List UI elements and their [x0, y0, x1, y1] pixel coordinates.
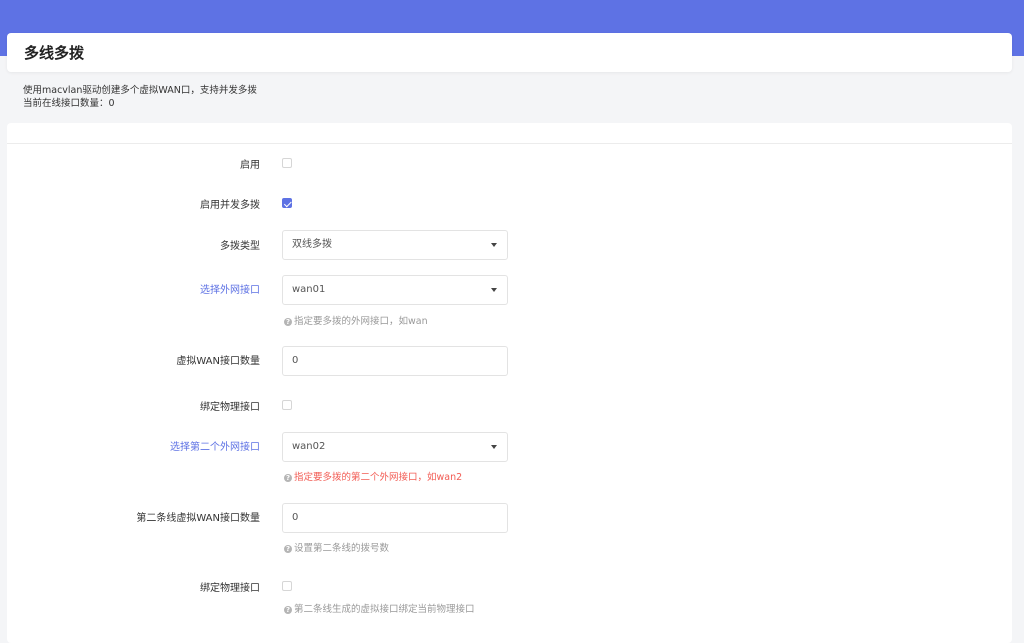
enable-label: 启用	[240, 160, 260, 171]
enable-checkbox[interactable]	[282, 158, 292, 168]
vwan-count-value: 0	[292, 355, 299, 366]
vwan2-count-input[interactable]: 0	[282, 503, 508, 533]
concurrent-label: 启用并发多拨	[200, 200, 260, 211]
wan-interface-select[interactable]: wan01	[282, 275, 508, 305]
wan2-interface-value: wan02	[292, 441, 326, 452]
wan-interface-label: 选择外网接口	[200, 285, 260, 296]
vwan2-count-label: 第二条线虚拟WAN接口数量	[136, 513, 260, 524]
question-circle-icon: ?	[284, 318, 292, 326]
vwan-count-label: 虚拟WAN接口数量	[176, 356, 260, 367]
wan2-interface-hint: ? 指定要多拨的第二个外网接口，如wan2	[284, 472, 462, 484]
bind-physical2-hint-text: 第二条线生成的虚拟接口绑定当前物理接口	[294, 604, 475, 615]
vwan2-count-value: 0	[292, 512, 299, 523]
settings-form: 启用 启用并发多拨 多拨类型 双线多拨 选择外网接口 wan01 ? 指定要多拨的…	[7, 123, 1012, 643]
page-header-card: 多线多拨	[7, 33, 1012, 72]
dial-type-value: 双线多拨	[292, 239, 332, 250]
question-circle-icon: ?	[284, 606, 292, 614]
bind-physical-checkbox[interactable]	[282, 400, 292, 410]
vwan-count-input[interactable]: 0	[282, 346, 508, 376]
online-count-text: 当前在线接口数量：0	[23, 98, 115, 109]
wan2-interface-label: 选择第二个外网接口	[170, 442, 260, 453]
dial-type-label: 多拨类型	[220, 241, 260, 252]
page-title: 多线多拨	[24, 44, 85, 62]
vwan2-count-hint-text: 设置第二条线的拨号数	[294, 543, 390, 554]
bind-physical-label: 绑定物理接口	[200, 402, 260, 413]
bind-physical2-label: 绑定物理接口	[200, 583, 260, 594]
wan-interface-hint-text: 指定要多拨的外网接口，如wan	[294, 316, 428, 327]
caret-down-icon	[491, 445, 497, 449]
vwan2-count-hint: ? 设置第二条线的拨号数	[284, 543, 389, 555]
divider	[7, 143, 1012, 144]
wan-interface-value: wan01	[292, 284, 326, 295]
wan-interface-hint: ? 指定要多拨的外网接口，如wan	[284, 316, 428, 328]
dial-type-select[interactable]: 双线多拨	[282, 230, 508, 260]
description-line: 使用macvlan驱动创建多个虚拟WAN口，支持并发多拨	[23, 85, 257, 96]
wan2-interface-select[interactable]: wan02	[282, 432, 508, 462]
bind-physical2-hint: ? 第二条线生成的虚拟接口绑定当前物理接口	[284, 604, 475, 616]
bind-physical2-checkbox[interactable]	[282, 581, 292, 591]
wan2-interface-hint-text: 指定要多拨的第二个外网接口，如wan2	[294, 472, 463, 483]
concurrent-checkbox[interactable]	[282, 198, 292, 208]
page-description: 使用macvlan驱动创建多个虚拟WAN口，支持并发多拨 当前在线接口数量：0	[23, 84, 257, 110]
caret-down-icon	[491, 243, 497, 247]
question-circle-icon: ?	[284, 545, 292, 553]
caret-down-icon	[491, 288, 497, 292]
question-circle-icon: ?	[284, 474, 292, 482]
